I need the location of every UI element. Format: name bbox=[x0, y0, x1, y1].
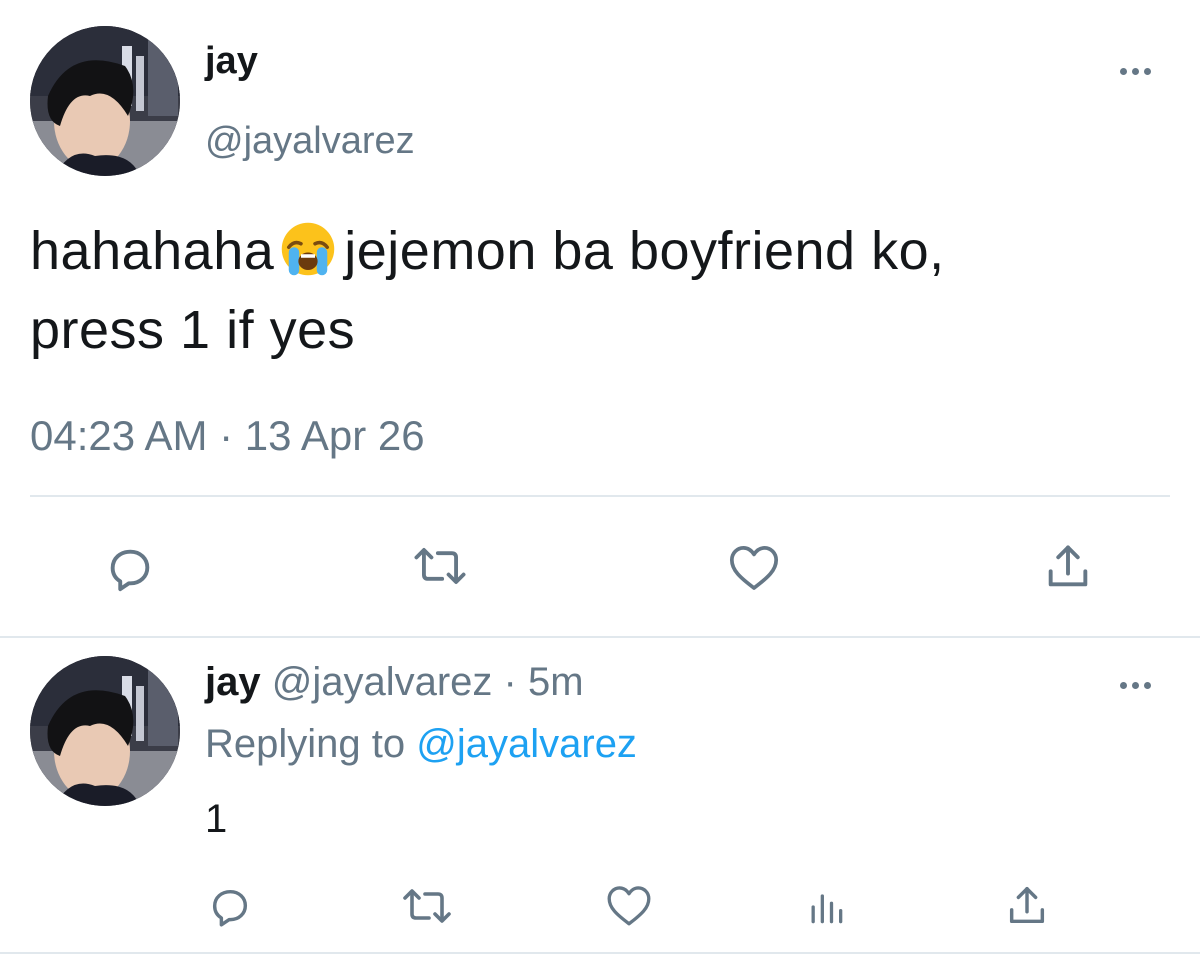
replying-to-label: Replying to bbox=[205, 722, 406, 766]
reply-text: 1 bbox=[205, 797, 228, 841]
reply-icon[interactable] bbox=[207, 884, 253, 930]
time-ago[interactable]: 5m bbox=[528, 660, 584, 704]
avatar[interactable] bbox=[30, 656, 180, 806]
author-name[interactable]: jay bbox=[205, 660, 261, 704]
retweet-icon[interactable] bbox=[399, 882, 455, 930]
mention-link[interactable]: @jayalvarez bbox=[416, 722, 637, 766]
loudly-crying-face-icon bbox=[282, 222, 335, 276]
tweet-text-part1: hahahaha bbox=[30, 221, 275, 281]
divider bbox=[0, 636, 1200, 638]
tweet-text: hahahaha jejemon ba boyfriend ko, press … bbox=[30, 212, 1170, 370]
reply-header: jay @jayalvarez · 5m bbox=[205, 660, 584, 705]
tweet-timestamp[interactable]: 04:23 AM · 13 Apr 26 bbox=[30, 412, 425, 460]
divider bbox=[0, 952, 1200, 954]
reply-icon[interactable] bbox=[104, 543, 156, 595]
author-handle[interactable]: @jayalvarez bbox=[205, 120, 415, 163]
like-icon[interactable] bbox=[604, 882, 654, 928]
avatar-photo bbox=[30, 26, 180, 176]
share-icon[interactable] bbox=[1042, 540, 1094, 594]
tweet-detail-page: jay @jayalvarez hahahaha jejemon ba boyf… bbox=[0, 0, 1200, 957]
author-name[interactable]: jay bbox=[205, 40, 258, 83]
divider bbox=[30, 495, 1170, 497]
separator: · bbox=[503, 660, 517, 704]
more-options-icon[interactable] bbox=[1120, 682, 1151, 689]
author-handle[interactable]: @jayalvarez bbox=[272, 660, 493, 704]
replying-to-line: Replying to @jayalvarez bbox=[205, 722, 637, 767]
avatar[interactable] bbox=[30, 26, 180, 176]
analytics-icon[interactable] bbox=[804, 884, 848, 930]
share-icon[interactable] bbox=[1004, 882, 1050, 930]
like-icon[interactable] bbox=[726, 541, 782, 593]
tweet-text-part2: jejemon ba boyfriend ko, bbox=[344, 221, 945, 281]
more-options-icon[interactable] bbox=[1120, 68, 1151, 75]
tweet-text-line2: press 1 if yes bbox=[30, 300, 356, 360]
retweet-icon[interactable] bbox=[410, 540, 470, 592]
avatar-photo bbox=[30, 656, 180, 806]
